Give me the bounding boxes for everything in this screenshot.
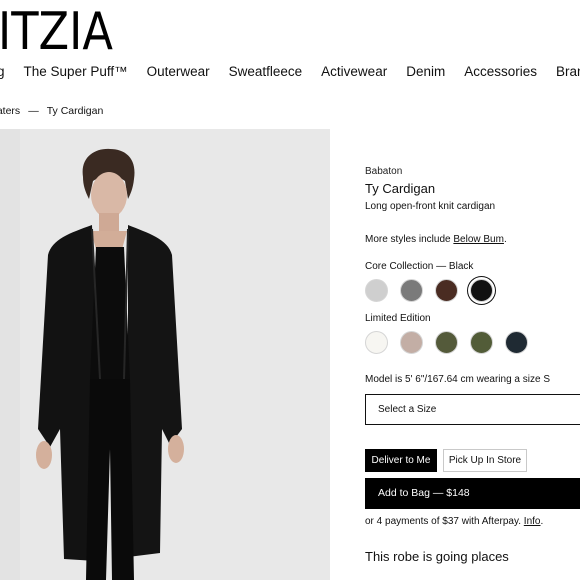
add-to-bag-button[interactable]: Add to Bag — $148 (365, 478, 580, 509)
product-brand[interactable]: Babaton (365, 166, 402, 177)
brand-logo[interactable]: ITZIA (0, 6, 113, 58)
nav-item-activewear[interactable]: Activewear (321, 64, 387, 84)
model-size-info: Model is 5' 6"/167.64 cm wearing a size … (365, 374, 550, 385)
breadcrumb: eaters — Ty Cardigan (0, 105, 103, 117)
nav-item-denim[interactable]: Denim (406, 64, 445, 84)
core-color-swatch-3[interactable] (435, 279, 458, 302)
afterpay-suffix: . (540, 516, 544, 527)
more-styles-text: More styles include Below Bum. (365, 234, 507, 245)
product-image[interactable] (0, 129, 330, 580)
limited-color-swatch-3[interactable] (435, 331, 458, 354)
nav-item-sweatfleece[interactable]: Sweatfleece (229, 64, 303, 84)
product-tagline: This robe is going places (365, 549, 509, 564)
deliver-to-me-button[interactable]: Deliver to Me (365, 449, 437, 472)
model-photo-illustration (0, 129, 330, 580)
main-nav: hing The Super Puff™ Outerwear Sweatflee… (0, 64, 580, 84)
breadcrumb-parent[interactable]: eaters (0, 105, 20, 117)
limited-color-swatch-4[interactable] (470, 331, 493, 354)
core-color-swatch-2[interactable] (400, 279, 423, 302)
limited-edition-label: Limited Edition (365, 313, 431, 324)
nav-item-outerwear[interactable]: Outerwear (147, 64, 210, 84)
core-color-swatch-4[interactable] (470, 279, 493, 302)
afterpay-info: or 4 payments of $37 with Afterpay. Info… (365, 516, 543, 527)
more-styles-suffix: . (503, 234, 507, 245)
afterpay-info-link[interactable]: Info (524, 516, 541, 527)
nav-item-accessories[interactable]: Accessories (464, 64, 537, 84)
limited-color-swatch-5[interactable] (505, 331, 528, 354)
product-title: Ty Cardigan (365, 181, 436, 196)
limited-color-swatches (365, 331, 528, 354)
nav-item-brands[interactable]: Bran (556, 64, 580, 84)
limited-color-swatch-1[interactable] (365, 331, 388, 354)
nav-item-clothing[interactable]: hing (0, 64, 5, 84)
breadcrumb-separator: — (28, 105, 39, 117)
limited-color-swatch-2[interactable] (400, 331, 423, 354)
core-color-swatches (365, 279, 493, 302)
below-bum-link[interactable]: Below Bum (453, 234, 504, 245)
core-color-swatch-1[interactable] (365, 279, 388, 302)
core-collection-label: Core Collection — Black (365, 261, 474, 272)
breadcrumb-current: Ty Cardigan (46, 105, 104, 117)
afterpay-text: or 4 payments of $37 with Afterpay. (365, 516, 524, 527)
more-styles-prefix: More styles include (365, 234, 454, 245)
product-description: Long open-front knit cardigan (365, 201, 496, 212)
nav-item-the-super-puff[interactable]: The Super Puff™ (24, 64, 128, 84)
size-select[interactable]: Select a Size (365, 394, 580, 425)
pick-up-in-store-button[interactable]: Pick Up In Store (443, 449, 527, 472)
